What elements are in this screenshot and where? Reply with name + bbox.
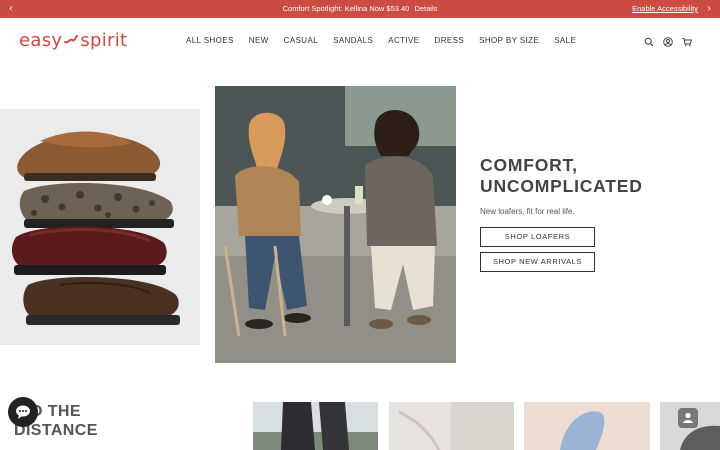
- nav-item-all-shoes[interactable]: ALL SHOES: [186, 36, 234, 46]
- tile-image-1: [253, 402, 378, 450]
- nav-item-sale[interactable]: SALE: [554, 36, 576, 46]
- cart-icon[interactable]: [682, 37, 692, 47]
- announcement-message-row: Comfort Spotlight: Kellina Now $53.40 De…: [0, 4, 720, 14]
- hero-subtitle: New loafers, fit for real life.: [480, 207, 575, 216]
- chat-bubble-icon: [16, 405, 30, 419]
- chat-button[interactable]: [8, 397, 38, 427]
- stacked-loafers-illustration: [0, 109, 200, 345]
- user-icon: [683, 412, 693, 423]
- account-icon[interactable]: [663, 37, 673, 47]
- hero-copy: COMFORT, UNCOMPLICATED New loafers, fit …: [480, 155, 680, 272]
- tile-image-2: [389, 402, 514, 450]
- hero-title-line1: COMFORT,: [480, 155, 578, 175]
- nav-item-active[interactable]: ACTIVE: [388, 36, 419, 46]
- tile-image-3: [524, 402, 650, 450]
- accessibility-widget-button[interactable]: [678, 408, 698, 428]
- logo-text-left: easy: [19, 29, 63, 51]
- category-tile-2[interactable]: [389, 402, 514, 450]
- search-icon[interactable]: [644, 37, 654, 47]
- shop-new-arrivals-button[interactable]: SHOP NEW ARRIVALS: [480, 252, 595, 272]
- header-icons: [644, 37, 692, 47]
- announcement-bar: ‹ Comfort Spotlight: Kellina Now $53.40 …: [0, 0, 720, 18]
- nav-item-sandals[interactable]: SANDALS: [333, 36, 373, 46]
- cafe-scene-illustration: [215, 86, 456, 363]
- enable-accessibility-link[interactable]: Enable Accessibility: [632, 4, 698, 14]
- nav-item-new[interactable]: NEW: [249, 36, 269, 46]
- shop-loafers-button[interactable]: SHOP LOAFERS: [480, 227, 595, 247]
- nav-item-casual[interactable]: CASUAL: [284, 36, 318, 46]
- hero-loafers-image[interactable]: [0, 109, 200, 345]
- category-tile-3[interactable]: [524, 402, 650, 450]
- site-header: easy spirit ALL SHOES NEW CASUAL SANDALS…: [0, 18, 720, 64]
- hero-title-line2: UNCOMPLICATED: [480, 176, 643, 196]
- nav-item-dress[interactable]: DRESS: [435, 36, 465, 46]
- announcement-message: Comfort Spotlight: Kellina Now $53.40: [282, 4, 410, 13]
- announcement-details-link[interactable]: Details: [414, 4, 437, 13]
- logo-swoosh-icon: [64, 35, 79, 44]
- nav-item-shop-by-size[interactable]: SHOP BY SIZE: [479, 36, 539, 46]
- logo[interactable]: easy spirit: [19, 29, 127, 51]
- hero-lifestyle-photo[interactable]: [215, 86, 456, 363]
- category-tile-1[interactable]: [253, 402, 378, 450]
- logo-text-right: spirit: [80, 29, 128, 51]
- main-nav: ALL SHOES NEW CASUAL SANDALS ACTIVE DRES…: [186, 36, 591, 46]
- chevron-right-icon[interactable]: ›: [702, 2, 716, 16]
